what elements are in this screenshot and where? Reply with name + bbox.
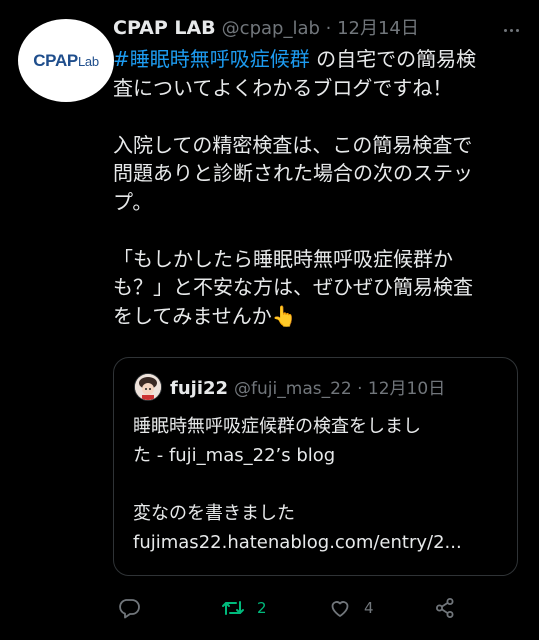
like-icon xyxy=(331,601,349,617)
tweet-actions: 2 4 xyxy=(113,592,533,624)
hashtag-link[interactable]: #睡眠時無呼吸症候群 xyxy=(113,47,310,71)
author-avatar[interactable]: CPAPLab xyxy=(18,19,114,102)
cpap-lab-logo: CPAPLab xyxy=(33,50,99,70)
quoted-handle-date: @fuji_mas_22 · 12月10日 xyxy=(234,379,446,399)
quoted-link[interactable]: fujimas22.hatenablog.com/entry/2... xyxy=(133,528,508,557)
quoted-text: 睡眠時無呼吸症候群の検査をしまし た - fuji_mas_22’s blog … xyxy=(133,412,508,557)
tweet-text: #睡眠時無呼吸症候群 の自宅での簡易検 査についてよくわかるブログですね！ 入院… xyxy=(113,47,477,328)
reply-button[interactable] xyxy=(117,592,153,624)
like-button[interactable]: 4 xyxy=(328,592,374,624)
author-handle-date[interactable]: @cpap_lab · 12月14日 xyxy=(222,14,419,40)
quoted-tweet[interactable]: fuji22 @fuji_mas_22 · 12月10日 睡眠時無呼吸症候群の検… xyxy=(113,357,518,576)
reply-icon xyxy=(119,599,140,619)
like-count: 4 xyxy=(364,599,374,617)
more-options-icon[interactable] xyxy=(498,20,524,40)
retweet-count: 2 xyxy=(257,599,267,617)
retweet-button[interactable]: 2 xyxy=(221,592,267,624)
quoted-author-avatar xyxy=(134,373,162,401)
retweet-icon xyxy=(222,601,244,615)
author-name[interactable]: CPAP LAB xyxy=(113,17,216,39)
share-icon xyxy=(436,598,454,618)
pointing-up-emoji: 👆 xyxy=(271,303,297,328)
share-button[interactable] xyxy=(433,592,457,624)
quoted-header: fuji22 @fuji_mas_22 · 12月10日 xyxy=(170,374,445,399)
tweet-header: CPAP LAB @cpap_lab · 12月14日 xyxy=(113,14,419,44)
quoted-author-name: fuji22 xyxy=(170,378,229,399)
